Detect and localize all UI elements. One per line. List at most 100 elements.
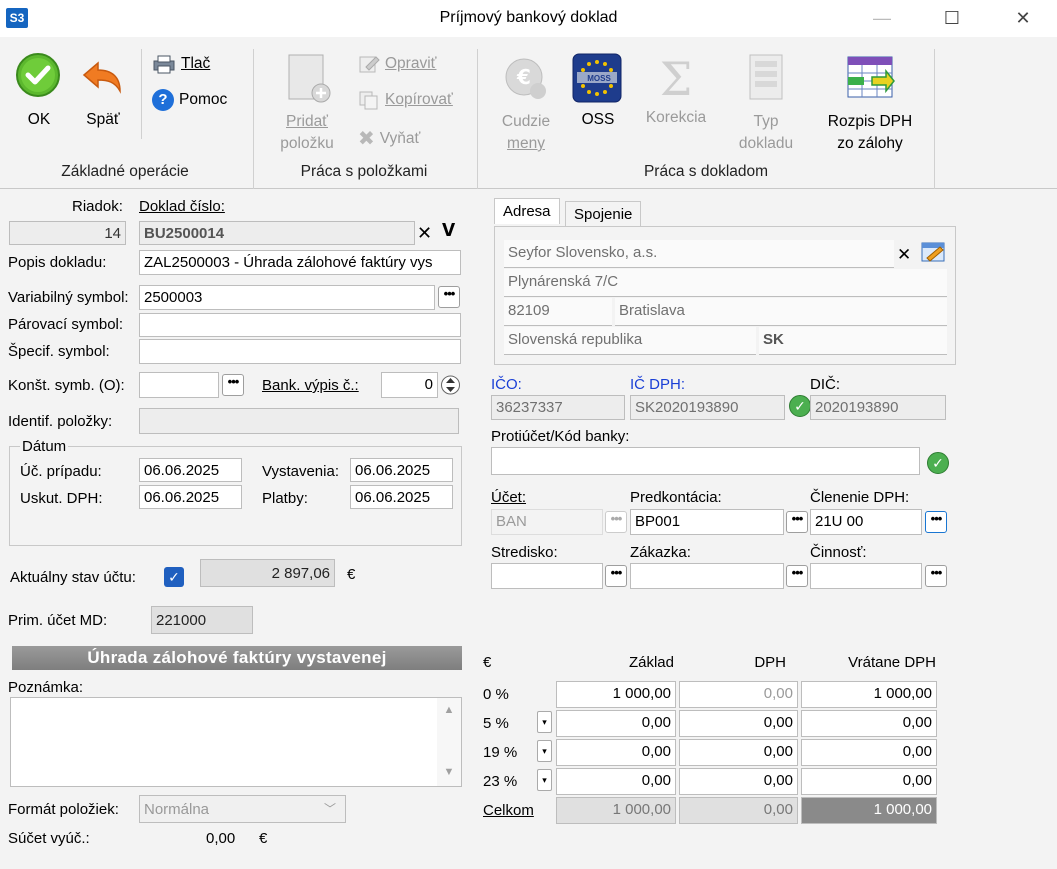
tab-connection[interactable]: Spojenie <box>565 201 642 227</box>
copy-icon <box>359 91 378 110</box>
primacc-label: Prim. účet MD: <box>8 612 108 629</box>
ok-check-icon <box>16 53 60 97</box>
spin-arrows-icon <box>441 375 460 395</box>
currency-label-2: meny <box>507 135 545 152</box>
doc-type-button[interactable]: Typ dokladu <box>730 53 802 155</box>
tab-address[interactable]: Adresa <box>494 198 560 224</box>
item-format-select[interactable]: Normálna <box>139 795 346 823</box>
company-name-field: Seyfor Slovensko, a.s. <box>504 240 894 268</box>
col-header-vat: DPH <box>754 654 786 671</box>
city-field: Bratislava <box>615 298 947 326</box>
maximize-button[interactable]: ☐ <box>932 6 972 30</box>
col-header-base: Základ <box>628 654 674 671</box>
activity-input[interactable] <box>810 563 922 589</box>
doc-banner: Úhrada zálohové faktúry vystavenej <box>12 646 462 670</box>
balance-checkbox[interactable]: ✓ <box>164 567 184 587</box>
minimize-button[interactable]: — <box>862 6 902 30</box>
ok-label: OK <box>27 111 51 128</box>
vat-total-cell[interactable]: 0,00 <box>801 768 937 795</box>
center-input[interactable] <box>491 563 603 589</box>
order-input[interactable] <box>630 563 784 589</box>
correction-label: Korekcia <box>645 109 707 126</box>
vat-base-cell[interactable]: 0,00 <box>556 768 676 795</box>
clear-docnum-icon[interactable]: ✕ <box>417 223 432 244</box>
doc-type-label-2: dokladu <box>738 135 794 152</box>
account-browse-button[interactable]: ••• <box>605 511 627 533</box>
vat-total-label: Celkom <box>483 802 534 819</box>
rate-dropdown-button[interactable]: ▾ <box>537 740 552 762</box>
vat-amount-cell[interactable]: 0,00 <box>679 768 798 795</box>
constsym-input[interactable] <box>139 372 219 398</box>
edit-address-button[interactable] <box>921 241 947 269</box>
vat-total-cell[interactable]: 0,00 <box>801 710 937 737</box>
vat-amount-cell[interactable]: 0,00 <box>679 710 798 737</box>
vat-base-cell[interactable]: 0,00 <box>556 739 676 766</box>
row-field: 14 <box>9 221 126 245</box>
vat-split-browse-button[interactable]: ••• <box>925 511 947 533</box>
ok-button[interactable]: OK <box>14 51 64 131</box>
vat-split-label-2: zo zálohy <box>837 135 903 152</box>
scroll-up-icon[interactable]: ▲ <box>437 704 461 716</box>
note-label: Poznámka: <box>8 679 84 696</box>
rate-dropdown-button[interactable]: ▾ <box>537 769 552 791</box>
constsym-browse-button[interactable]: ••• <box>222 374 244 396</box>
back-button[interactable]: Späť <box>78 57 128 131</box>
pairsym-label: Párovací symbol: <box>8 316 124 333</box>
vat-total-cell[interactable]: 1 000,00 <box>801 681 937 708</box>
help-question-icon: ? <box>152 89 174 111</box>
sum-label: Súčet vyúč.: <box>8 830 90 847</box>
desc-input[interactable]: ZAL2500003 - Úhrada zálohové faktúry vys <box>139 250 461 275</box>
pairsym-input[interactable] <box>139 313 461 337</box>
print-button[interactable]: Tlač <box>152 54 210 74</box>
precont-input[interactable]: BP001 <box>630 509 784 535</box>
itemid-field <box>139 408 459 434</box>
varsym-browse-button[interactable]: ••• <box>438 286 460 308</box>
vat-split-button[interactable]: Rozpis DPH zo zálohy <box>816 53 924 155</box>
address-card-icon <box>921 242 945 262</box>
total-total-cell: 1 000,00 <box>801 797 937 824</box>
foreign-currency-button[interactable]: € Cudzie meny <box>496 53 556 155</box>
counter-account-input[interactable] <box>491 447 920 475</box>
add-item-button[interactable]: Pridať položku <box>275 53 339 155</box>
help-button[interactable]: ? Pomoc <box>152 89 227 111</box>
title-bar: S3 Príjmový bankový doklad — ☐ ✕ <box>0 0 1057 37</box>
vat-base-cell[interactable]: 1 000,00 <box>556 681 676 708</box>
chevron-down-icon[interactable]: ﹀ <box>324 800 336 817</box>
issued-date-input[interactable]: 06.06.2025 <box>350 458 453 482</box>
note-scrollbar[interactable]: ▲ ▼ <box>437 698 461 786</box>
note-textarea[interactable] <box>10 697 462 787</box>
correction-button[interactable]: Σ Korekcia <box>640 53 712 129</box>
activity-browse-button[interactable]: ••• <box>925 565 947 587</box>
vat-total-cell[interactable]: 0,00 <box>801 739 937 766</box>
bankstmt-input[interactable]: 0 <box>381 372 438 398</box>
docnum-dropdown-icon[interactable]: ᐯ <box>442 221 455 241</box>
payment-date-input[interactable]: 06.06.2025 <box>350 485 453 509</box>
vat-table-currency: € <box>483 654 492 671</box>
doc-type-icon <box>749 54 783 100</box>
specsym-input[interactable] <box>139 339 461 364</box>
case-date-input[interactable]: 06.06.2025 <box>139 458 242 482</box>
close-window-button[interactable]: ✕ <box>1003 6 1043 30</box>
vat-base-cell[interactable]: 0,00 <box>556 710 676 737</box>
vat-date-input[interactable]: 06.06.2025 <box>139 485 242 509</box>
clear-company-icon[interactable]: ✕ <box>897 245 911 265</box>
rate-dropdown-button[interactable]: ▾ <box>537 711 552 733</box>
precont-browse-button[interactable]: ••• <box>786 511 808 533</box>
cut-button[interactable]: ✖ Vyňať <box>358 126 420 151</box>
payment-date-label: Platby: <box>262 490 308 507</box>
edit-pencil-icon <box>359 56 380 73</box>
edit-button[interactable]: Opraviť <box>358 54 436 74</box>
bankstmt-label: Bank. výpis č.: <box>262 377 359 394</box>
copy-button[interactable]: Kopírovať <box>358 90 453 110</box>
print-label: Tlač <box>181 55 211 72</box>
order-browse-button[interactable]: ••• <box>786 565 808 587</box>
scroll-down-icon[interactable]: ▼ <box>437 766 461 778</box>
vat-amount-cell[interactable]: 0,00 <box>679 739 798 766</box>
center-browse-button[interactable]: ••• <box>605 565 627 587</box>
bankstmt-spinner[interactable] <box>441 373 460 397</box>
varsym-input[interactable]: 2500003 <box>139 285 435 310</box>
vat-split-input[interactable]: 21U 00 <box>810 509 922 535</box>
add-item-label-2: položku <box>280 135 334 152</box>
oss-button[interactable]: MOSS OSS <box>570 53 626 131</box>
currency-label-1: Cudzie <box>501 113 551 130</box>
